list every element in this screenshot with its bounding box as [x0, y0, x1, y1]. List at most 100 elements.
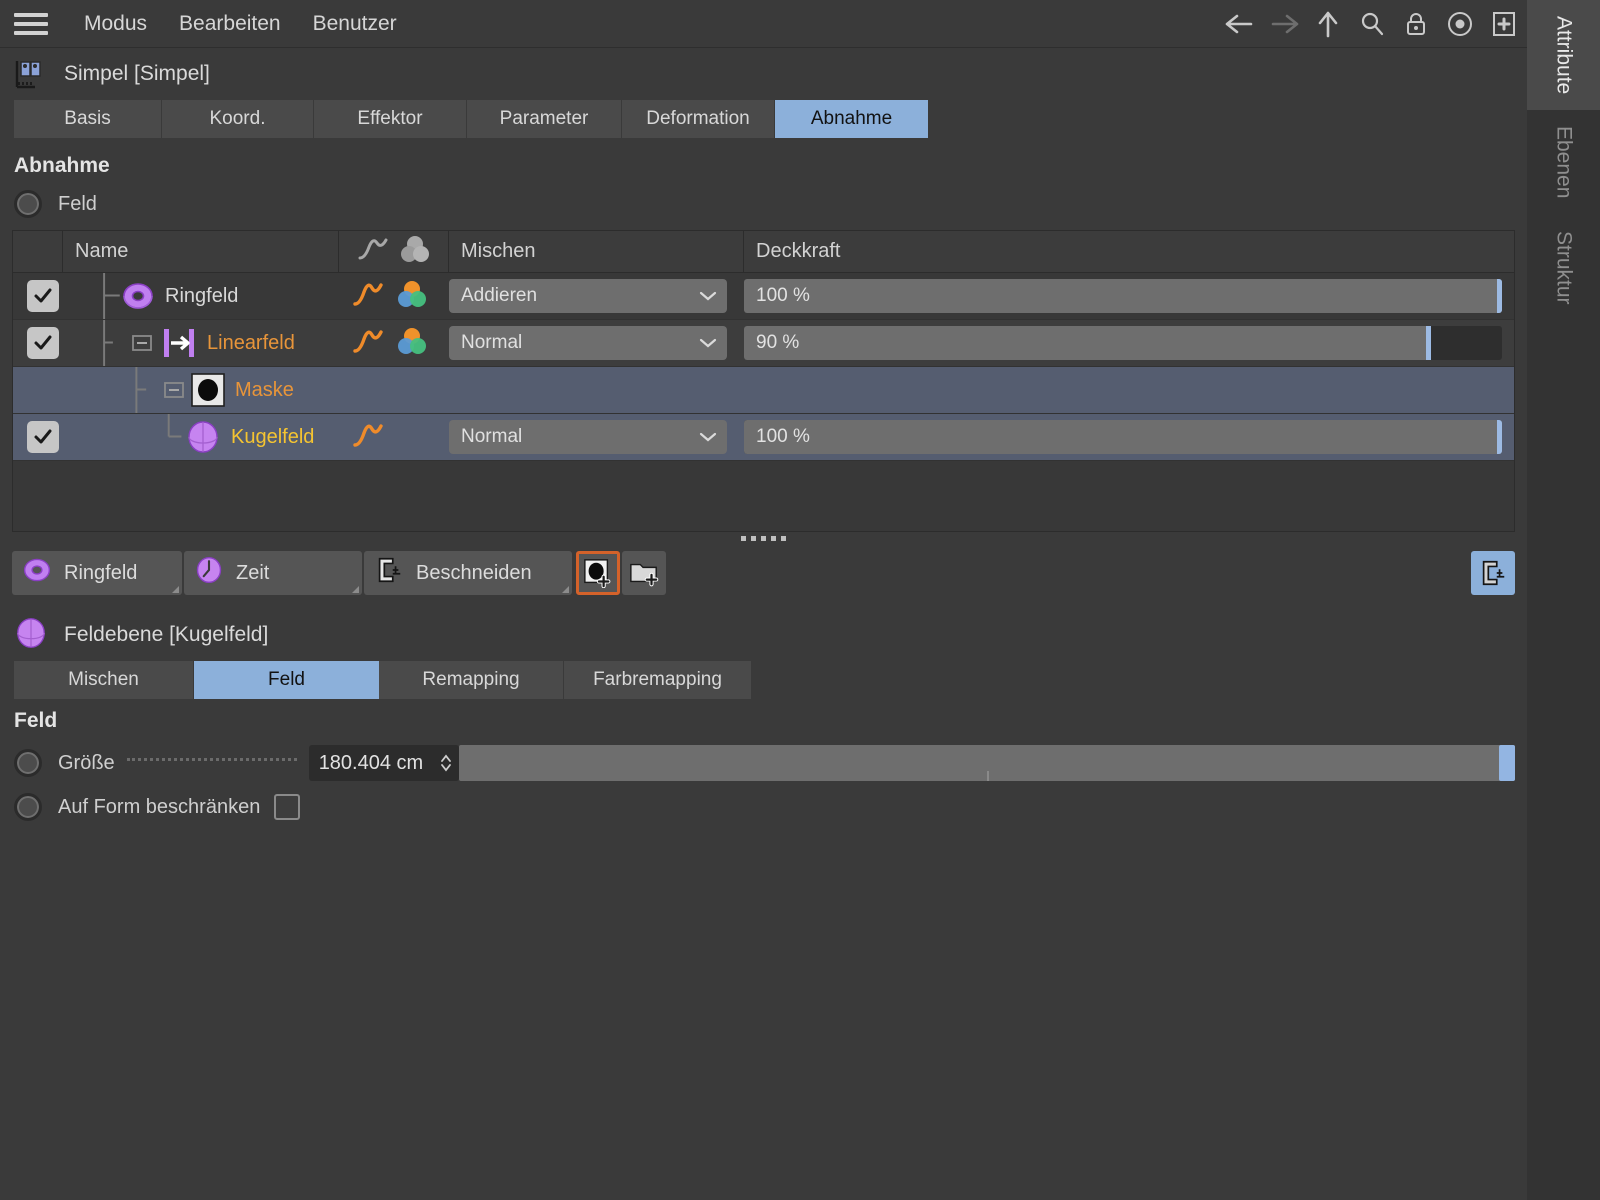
chevron-down-icon — [699, 431, 717, 443]
vtab-ebenen[interactable]: Ebenen — [1527, 110, 1600, 214]
mix-mode-dropdown[interactable]: Normal — [449, 420, 727, 454]
groesse-slider[interactable] — [459, 745, 1515, 781]
panel-resize-grip[interactable] — [0, 532, 1527, 545]
main-column: Modus Bearbeiten Benutzer — [0, 0, 1527, 1200]
add-folder-icon[interactable] — [622, 551, 666, 595]
add-mask-icon[interactable] — [576, 551, 620, 595]
remap-curve-icon[interactable] — [351, 419, 385, 456]
layer-panel-tabs: Mischen Feld Remapping Farbremapping — [0, 661, 1527, 699]
up-arrow-icon[interactable] — [1313, 9, 1343, 39]
mix-mode-value: Normal — [461, 332, 522, 354]
row-label: Kugelfeld — [231, 426, 314, 449]
remap-curve-icon — [356, 234, 390, 270]
header-icons — [339, 231, 449, 272]
layer-panel-header: Feldebene [Kugelfeld] — [0, 609, 1527, 661]
color-venn-icon[interactable] — [395, 325, 429, 362]
tab-feld[interactable]: Feld — [194, 661, 379, 699]
row-mix-cell — [449, 367, 744, 413]
row-checkbox-ringfeld[interactable] — [13, 273, 63, 319]
tab-farbremapping[interactable]: Farbremapping — [564, 661, 752, 699]
clamp-icon — [374, 555, 404, 591]
row-opacity-cell[interactable]: 90 % — [744, 320, 1514, 366]
tab-abnahme[interactable]: Abnahme — [775, 100, 928, 138]
tab-parameter[interactable]: Parameter — [467, 100, 622, 138]
table-row[interactable]: Maske — [13, 367, 1514, 414]
row-name-cell[interactable]: Linearfeld — [63, 320, 339, 366]
row-name-cell[interactable]: Ringfeld — [63, 273, 339, 319]
tab-mischen[interactable]: Mischen — [14, 661, 194, 699]
expander-minus-icon[interactable] — [131, 332, 153, 354]
table-row[interactable]: Kugelfeld Normal — [13, 414, 1514, 461]
lock-icon[interactable] — [1401, 9, 1431, 39]
row-checkbox-linearfeld[interactable] — [13, 320, 63, 366]
menu-item-bearbeiten[interactable]: Bearbeiten — [163, 12, 297, 36]
button-label: Ringfeld — [64, 562, 137, 585]
tab-koord[interactable]: Koord. — [162, 100, 314, 138]
record-target-icon[interactable] — [1445, 9, 1475, 39]
row-icons — [339, 367, 449, 413]
field-toolbar: Ringfeld Zeit Beschneiden — [12, 551, 1515, 595]
feld-param-row: Feld — [0, 184, 1527, 224]
search-icon[interactable] — [1357, 9, 1387, 39]
row-mix-cell[interactable]: Addieren — [449, 273, 744, 319]
tab-deformation[interactable]: Deformation — [622, 100, 775, 138]
groesse-row: Größe 180.404 cm — [0, 739, 1527, 787]
menubar-icons — [1225, 0, 1519, 48]
row-mix-cell[interactable]: Normal — [449, 414, 744, 460]
table-row[interactable]: Ringfeld Addieren — [13, 273, 1514, 320]
parameter-dot-icon[interactable] — [14, 793, 42, 821]
groesse-input[interactable]: 180.404 cm — [309, 745, 459, 781]
add-ringfeld-button[interactable]: Ringfeld — [12, 551, 182, 595]
row-name-cell[interactable]: Kugelfeld — [63, 414, 339, 460]
menu-item-modus[interactable]: Modus — [68, 12, 163, 36]
add-zeit-button[interactable]: Zeit — [184, 551, 362, 595]
color-venn-icon — [398, 234, 432, 270]
cloner-object-icon — [14, 57, 48, 91]
row-checkbox-placeholder — [13, 367, 63, 413]
row-label: Linearfeld — [207, 332, 295, 355]
parameter-dot-icon[interactable] — [14, 190, 42, 218]
hamburger-menu-icon[interactable] — [14, 13, 48, 35]
vtab-struktur[interactable]: Struktur — [1527, 215, 1600, 321]
mix-mode-dropdown[interactable]: Normal — [449, 326, 727, 360]
tab-basis[interactable]: Basis — [14, 100, 162, 138]
mix-mode-dropdown[interactable]: Addieren — [449, 279, 727, 313]
dotted-leader — [127, 758, 297, 761]
field-list-empty-area[interactable] — [13, 461, 1514, 531]
clamp-icon[interactable] — [1471, 551, 1515, 595]
row-icons[interactable] — [339, 320, 449, 366]
tab-effektor[interactable]: Effektor — [314, 100, 467, 138]
vtab-attribute[interactable]: Attribute — [1527, 0, 1600, 110]
row-name-cell[interactable]: Maske — [63, 367, 339, 413]
table-row[interactable]: Linearfeld Normal — [13, 320, 1514, 367]
chevron-down-icon — [699, 337, 717, 349]
back-arrow-icon[interactable] — [1225, 9, 1255, 39]
tree-line — [63, 320, 339, 366]
row-mix-cell[interactable]: Normal — [449, 320, 744, 366]
add-beschneiden-button[interactable]: Beschneiden — [364, 551, 572, 595]
remap-curve-icon[interactable] — [351, 325, 385, 362]
row-icons[interactable] — [339, 273, 449, 319]
opacity-slider[interactable]: 90 % — [744, 326, 1502, 360]
new-panel-icon[interactable] — [1489, 9, 1519, 39]
auf-form-beschraenken-label: Auf Form beschränken — [58, 796, 260, 819]
row-checkbox-kugelfeld[interactable] — [13, 414, 63, 460]
remap-curve-icon[interactable] — [351, 278, 385, 315]
row-label: Ringfeld — [165, 285, 238, 308]
expander-minus-icon[interactable] — [163, 379, 185, 401]
opacity-slider[interactable]: 100 % — [744, 420, 1502, 454]
color-venn-icon[interactable] — [395, 278, 429, 315]
spinner-icon[interactable] — [439, 752, 453, 774]
menu-item-benutzer[interactable]: Benutzer — [297, 12, 413, 36]
forward-arrow-icon[interactable] — [1269, 9, 1299, 39]
row-opacity-cell[interactable]: 100 % — [744, 273, 1514, 319]
tab-remapping[interactable]: Remapping — [379, 661, 564, 699]
section-title-abnahme: Abnahme — [0, 138, 1527, 184]
parameter-dot-icon[interactable] — [14, 749, 42, 777]
row-icons[interactable] — [339, 414, 449, 460]
section-title-feld: Feld — [0, 699, 1527, 739]
auf-form-beschraenken-checkbox[interactable] — [274, 794, 300, 820]
opacity-slider[interactable]: 100 % — [744, 279, 1502, 313]
groesse-value: 180.404 cm — [319, 752, 424, 775]
row-opacity-cell[interactable]: 100 % — [744, 414, 1514, 460]
